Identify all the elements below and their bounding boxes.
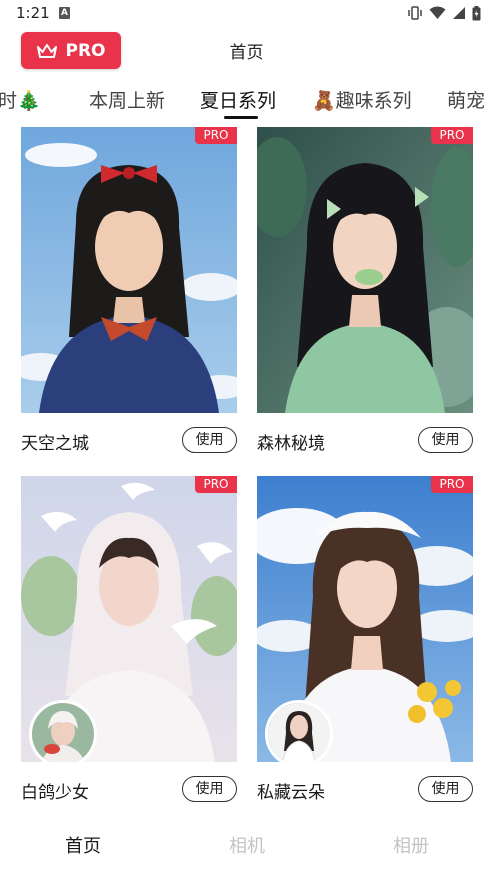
nav-album[interactable]: 相册 [351, 832, 471, 858]
signal-icon [453, 7, 465, 19]
template-image[interactable]: PRO [21, 127, 237, 413]
template-card[interactable]: PRO 天空之城 使用 [21, 127, 237, 457]
vibrate-icon [408, 6, 422, 20]
use-button[interactable]: 使用 [418, 427, 473, 453]
status-icons [407, 5, 481, 21]
pro-badge: PRO [195, 127, 237, 144]
nav-home[interactable]: 首页 [23, 832, 143, 858]
template-title: 森林秘境 [257, 434, 325, 454]
avatar [29, 700, 97, 762]
status-time: 1:21 [16, 4, 50, 22]
category-tabs: 时🎄 本周上新 夏日系列 🧸趣味系列 萌宠 [0, 80, 493, 120]
tab-christmas[interactable]: 时🎄 [0, 86, 41, 113]
pro-badge: PRO [431, 476, 473, 493]
wifi-icon [429, 6, 446, 19]
template-image[interactable]: PRO [257, 127, 473, 413]
notification-icon: A [59, 7, 70, 19]
use-button[interactable]: 使用 [182, 776, 237, 802]
template-card[interactable]: PRO 森林秘境 使用 [257, 127, 473, 457]
use-button[interactable]: 使用 [182, 427, 237, 453]
template-card[interactable]: PRO 白鸽少女 使用 [21, 476, 237, 806]
tab-cute-pets[interactable]: 萌宠 [447, 86, 485, 113]
avatar [265, 700, 333, 762]
tab-summer-series[interactable]: 夏日系列 [200, 86, 276, 113]
template-image[interactable]: PRO [257, 476, 473, 762]
template-title: 天空之城 [21, 434, 89, 454]
template-title: 私藏云朵 [257, 783, 325, 803]
bottom-nav: 首页 相机 相册 [0, 815, 493, 878]
template-image[interactable]: PRO [21, 476, 237, 762]
template-card[interactable]: PRO 私藏云朵 使用 [257, 476, 473, 806]
template-title: 白鸽少女 [21, 783, 89, 803]
pro-badge: PRO [431, 127, 473, 144]
pro-badge: PRO [195, 476, 237, 493]
tab-new-this-week[interactable]: 本周上新 [89, 86, 165, 113]
tab-indicator [224, 116, 258, 119]
battery-icon [472, 5, 481, 20]
status-bar: 1:21 A [0, 0, 493, 28]
nav-camera[interactable]: 相机 [187, 832, 307, 858]
use-button[interactable]: 使用 [418, 776, 473, 802]
page-title: 首页 [229, 43, 264, 63]
tab-fun-series[interactable]: 🧸趣味系列 [312, 86, 412, 113]
